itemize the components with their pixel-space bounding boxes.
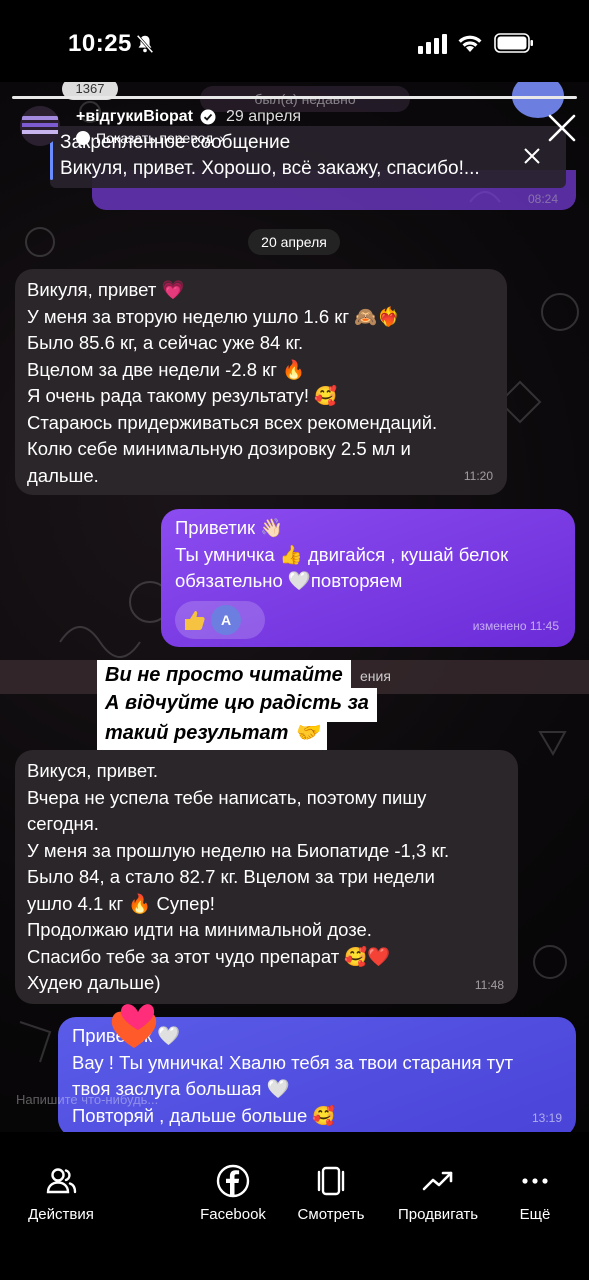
message-line: Спасибо тебе за этот чудо препарат 🥰❤️	[27, 945, 391, 967]
translate-icon	[76, 131, 90, 145]
message-line: Стараюсь придерживаться всех рекомендаци…	[27, 411, 438, 433]
close-story-icon[interactable]	[546, 112, 578, 144]
message-line: обязательно 🤍повторяем	[175, 570, 403, 591]
signal-icon	[418, 34, 447, 54]
unread-divider-label: ения	[360, 668, 391, 684]
message-line: Ты умничка 👍 двигайся , кушай белок	[175, 543, 509, 565]
more-icon	[522, 1178, 548, 1184]
message-time: 13:19	[531, 1110, 562, 1125]
thumbs-up-icon	[185, 610, 205, 630]
watch-label: Смотреть	[297, 1206, 365, 1223]
avatar[interactable]	[20, 106, 60, 146]
message-line: дальше.	[27, 464, 99, 486]
promote-label: Продвигать	[397, 1206, 479, 1223]
watch-icon	[317, 1166, 345, 1196]
more-button[interactable]: Ещё	[480, 1164, 589, 1223]
message-line: Вчера не успела тебе написать, поэтому п…	[27, 786, 427, 808]
message-line: ушло 4.1 кг 🔥 Супер!	[27, 892, 215, 914]
message-line: Викуля, привет 💗	[27, 279, 185, 300]
message-line: Было 85.6 кг, а сейчас уже 84 кг.	[27, 332, 304, 353]
message-line: У меня за вторую неделю ушло 1.6 кг 🙈❤️‍…	[27, 305, 401, 327]
message-line: Колю себе минимальную дозировку 2.5 мл и	[27, 438, 411, 459]
promote-button[interactable]: Продвигать	[383, 1164, 493, 1223]
message-bubble-incoming[interactable]: Викуля, привет 💗 У меня за вторую неделю…	[15, 269, 507, 495]
message-line: Вцелом за две недели -2.8 кг 🔥	[27, 358, 306, 380]
story-toolbar: Действия Facebook Смотреть Продвигать Ещ…	[0, 1132, 589, 1280]
message-line: Приветик 👋🏻	[175, 517, 284, 538]
battery-icon	[494, 33, 533, 53]
actions-label: Действия	[28, 1206, 94, 1223]
story-caption-line: такий результат 🤝	[97, 718, 327, 750]
story-header: +відгукиBiopat 29 апреля Показать перево…	[20, 106, 580, 156]
message-bubble-outgoing[interactable]: Приветик 👋🏻 Ты умничка 👍 двигайся , куша…	[161, 509, 575, 647]
facebook-button[interactable]: Facebook	[178, 1164, 288, 1223]
date-separator: 20 апреля	[248, 229, 340, 255]
translate-label: Показать перевод	[96, 130, 214, 146]
story-progress-bar	[12, 96, 577, 99]
status-bar: 10:25	[0, 0, 589, 82]
message-line: Худею дальше)	[27, 972, 161, 993]
trend-icon	[422, 1171, 453, 1191]
story-content[interactable]: был(а) недавно 1367 08:24 Закрепленное с…	[0, 82, 589, 1132]
watch-button[interactable]: Смотреть	[276, 1164, 386, 1223]
message-line: У меня за прошлую неделю на Биопатиде -1…	[27, 839, 450, 861]
bell-off-icon	[136, 34, 154, 54]
facebook-icon	[216, 1164, 250, 1198]
message-input-placeholder: Напишите что-нибудь...	[16, 1092, 159, 1107]
pinned-text: Викуля, привет. Хорошо, всё закажу, спас…	[60, 158, 480, 179]
people-icon	[46, 1168, 77, 1194]
status-time: 10:25	[68, 30, 132, 57]
actions-button[interactable]: Действия	[6, 1164, 116, 1223]
message-reactions[interactable]: A	[175, 600, 265, 639]
more-label: Ещё	[519, 1206, 551, 1223]
message-time: 11:48	[474, 977, 504, 992]
message-line: Было 84, а стало 82.7 кг. Вцелом за три …	[27, 866, 435, 887]
message-line: Продолжаю идти на минимальной дозе.	[27, 919, 372, 940]
translate-toggle[interactable]: Показать перевод ›	[76, 130, 224, 146]
message-time: 08:24	[527, 192, 558, 206]
heart-sticker-icon	[111, 1004, 157, 1048]
message-edited-time: изменено 11:45	[472, 618, 559, 633]
message-line: Викуся, привет.	[27, 760, 159, 781]
reaction-avatar: A	[211, 604, 241, 635]
message-line: сегодня.	[27, 813, 99, 834]
story-caption-line: А відчуйте цю радість за	[97, 688, 377, 722]
story-date: 29 апреля	[226, 108, 302, 125]
message-line: Я очень рада такому результату! 🥰	[27, 385, 338, 406]
wifi-icon	[458, 35, 482, 52]
message-bubble-incoming[interactable]: Викуся, привет. Вчера не успела тебе нап…	[15, 750, 518, 1004]
story-username[interactable]: +відгукиBiopat	[76, 108, 193, 126]
chevron-right-icon: ›	[219, 130, 224, 146]
message-time: 11:20	[463, 468, 493, 483]
facebook-label: Facebook	[200, 1206, 266, 1223]
verified-icon	[200, 109, 216, 125]
